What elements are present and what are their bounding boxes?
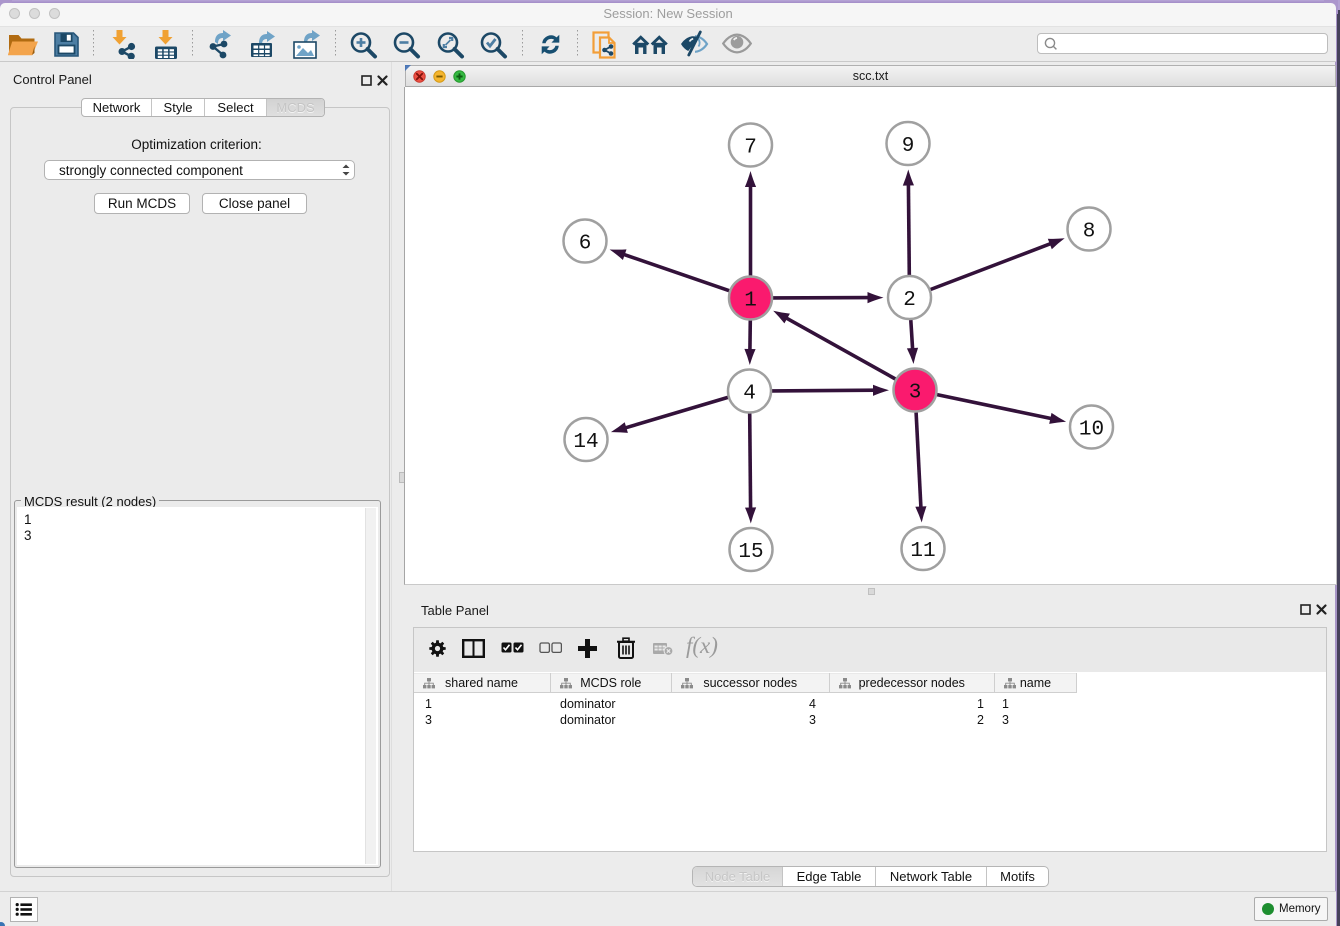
- svg-text:9: 9: [902, 135, 915, 158]
- svg-text:3: 3: [909, 382, 922, 405]
- svg-text:8: 8: [1083, 221, 1096, 244]
- svg-text:6: 6: [579, 233, 592, 256]
- svg-text:2: 2: [903, 289, 916, 312]
- svg-text:7: 7: [744, 137, 757, 160]
- svg-text:10: 10: [1079, 419, 1104, 442]
- svg-text:1: 1: [744, 290, 757, 313]
- svg-text:11: 11: [910, 540, 935, 563]
- svg-text:15: 15: [738, 541, 763, 564]
- svg-text:4: 4: [743, 383, 756, 406]
- svg-text:14: 14: [573, 431, 598, 454]
